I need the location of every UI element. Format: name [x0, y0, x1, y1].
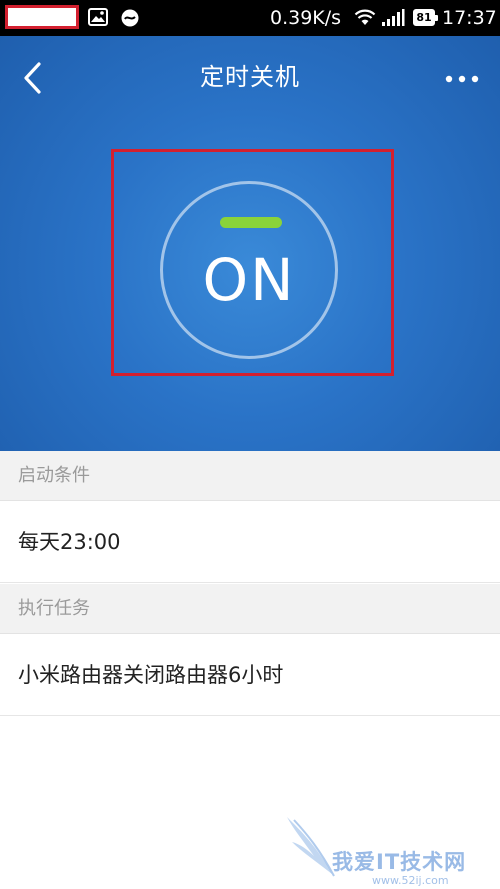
more-dots-icon	[445, 75, 479, 83]
toggle-on-indicator	[220, 217, 282, 228]
power-toggle-button[interactable]: ON	[160, 181, 338, 359]
status-highlight-box	[5, 5, 79, 29]
section-header-trigger-condition: 启动条件	[0, 451, 500, 501]
wifi-icon	[354, 9, 376, 30]
signal-icon	[381, 8, 405, 31]
gallery-icon	[88, 8, 108, 30]
status-bar: 0.39K/s 81 17:37	[0, 0, 500, 36]
watermark-text: 我爱IT技术网	[332, 850, 467, 874]
more-options-button[interactable]	[440, 64, 484, 94]
battery-icon: 81	[413, 9, 438, 26]
watermark-url: www.52ij.com	[372, 874, 449, 887]
task-row[interactable]: 小米路由器关闭路由器6小时	[0, 634, 500, 716]
trigger-condition-row[interactable]: 每天23:00	[0, 501, 500, 583]
toggle-label: ON	[202, 246, 296, 314]
chat-icon	[120, 8, 140, 32]
clock-time: 17:37	[442, 7, 497, 29]
network-speed: 0.39K/s	[270, 7, 342, 29]
page-title: 定时关机	[200, 63, 300, 91]
watermark-logo: 我爱IT技术网 www.52ij.com	[282, 812, 492, 887]
header-panel: 定时关机 ON	[0, 36, 500, 451]
section-header-task: 执行任务	[0, 584, 500, 634]
